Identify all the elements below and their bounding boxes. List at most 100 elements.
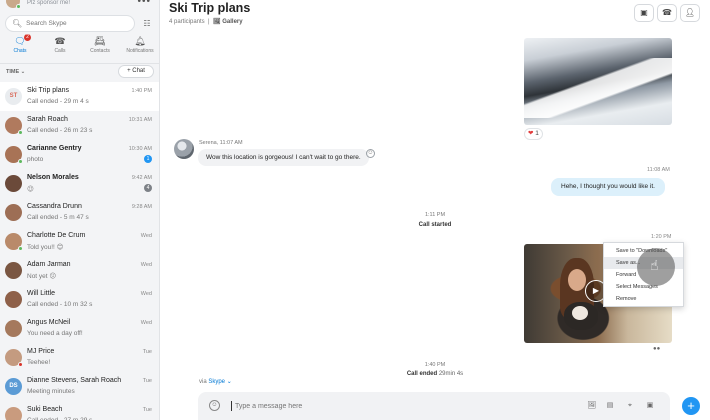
avatar	[5, 117, 23, 135]
new-chat-button[interactable]: + Chat	[118, 65, 154, 78]
chat-list-item[interactable]: Suki BeachCall ended - 27 m 29 sTue	[0, 401, 159, 420]
conversation-header: Ski Trip plans 4 participants | 🖼︎ Galle…	[160, 0, 710, 34]
nav-chats[interactable]: 🗨︎ 2 Chats	[0, 34, 40, 60]
call-ended-time: 1:40 PM	[424, 362, 446, 368]
chat-list-item[interactable]: Will Little Call ended - 10 m 32 s Wed	[0, 285, 159, 314]
video-message-icon[interactable]: ▣	[644, 400, 656, 412]
photo-ridge	[524, 58, 672, 118]
reaction-badge[interactable]: ❤ 1	[524, 128, 543, 140]
heart-icon: ❤	[528, 130, 534, 137]
gallery-link[interactable]: 🖼︎ Gallery	[213, 19, 243, 25]
main-nav: 🗨︎ 2 Chats ☎︎ Calls 📇︎ Contacts 🔔︎ Notif…	[0, 34, 159, 60]
chat-name: Ski Trip plans	[27, 87, 70, 94]
chat-list-item[interactable]: MJ Price Teehee! Tue	[0, 343, 159, 372]
chat-time: 9:28 AM	[131, 204, 152, 210]
chat-list-toolbar: TIME ⌄ + Chat	[0, 63, 159, 79]
mountain-photo[interactable]	[524, 38, 672, 125]
add-reaction-icon[interactable]: ☺	[366, 149, 375, 158]
chat-name: Will Little	[27, 290, 56, 297]
sort-label: TIME	[6, 69, 20, 75]
add-people-button[interactable]: 👤︎	[680, 4, 700, 22]
menu-item-remove[interactable]: Remove	[604, 293, 683, 305]
nav-calls[interactable]: ☎︎ Calls	[40, 36, 80, 60]
chat-name: Dianne Stevens, Sarah Roach	[27, 377, 122, 384]
chat-list-item[interactable]: DS Dianne Stevens, Sarah Roach Meeting min…	[0, 372, 159, 401]
nav-notifications[interactable]: 🔔︎ Notifications	[120, 36, 159, 60]
text-caret	[231, 401, 232, 411]
add-people-icon: 👤︎	[684, 8, 696, 17]
more-options-icon[interactable]: •••	[137, 0, 151, 7]
unread-badge: 4	[144, 184, 152, 192]
search-box[interactable]: 🔍︎	[5, 15, 135, 32]
avatar	[5, 233, 23, 251]
avatar	[5, 262, 22, 279]
chat-name: MJ Price	[27, 348, 55, 355]
presence-dot	[18, 362, 23, 367]
avatar-initials: ST	[9, 93, 18, 99]
dialpad-icon[interactable]: ☷	[140, 17, 154, 30]
chat-time: Tue	[142, 378, 152, 384]
emoji-icon[interactable]: ☺	[209, 400, 220, 411]
online-status-dot	[16, 4, 21, 9]
call-started-label: Call started	[418, 222, 452, 228]
chat-time: Tue	[142, 349, 152, 355]
unread-badge: 2	[24, 34, 31, 41]
bell-icon: 🔔︎	[134, 36, 146, 46]
nav-contacts[interactable]: 📇︎ Contacts	[80, 36, 120, 60]
chat-preview: Call ended - 29 m 4 s	[27, 98, 89, 105]
search-input[interactable]	[26, 20, 127, 27]
money-icon[interactable]: ▤	[604, 400, 616, 412]
chat-name: Cassandra Drunn	[27, 203, 82, 210]
chat-time: Wed	[140, 233, 152, 239]
call-ended-summary: Call ended 29min 4s	[160, 371, 710, 377]
conversation-title[interactable]: Ski Trip plans	[169, 1, 250, 15]
outgoing-message[interactable]: Hehe, I thought you would like it.	[551, 178, 665, 196]
menu-item-select-messages[interactable]: Select Messages	[604, 281, 683, 293]
sender-avatar[interactable]	[174, 139, 194, 159]
image-icon[interactable]: 🖼︎	[586, 400, 598, 412]
incoming-message[interactable]: Wow this location is gorgeous! I can't w…	[198, 149, 369, 166]
chevron-down-icon: ⌄	[226, 379, 232, 385]
chat-preview: Meeting minutes	[27, 388, 75, 395]
chat-name: Adam Jarman	[27, 261, 71, 268]
chat-list-item[interactable]: Charlotte De Crum Told you!! 😊 Wed	[0, 227, 159, 256]
participants-count[interactable]: 4 participants	[169, 19, 205, 25]
add-content-button[interactable]: +	[682, 397, 700, 415]
call-started-time: 1:11 PM	[424, 212, 446, 218]
chat-name: Suki Beach	[27, 406, 63, 413]
message-time: 11:08 AM	[647, 167, 670, 173]
mood-message[interactable]: Plz sponsor me!	[27, 0, 70, 6]
chat-list-item[interactable]: Carianne Gentry photo 10:30 AM 1	[0, 140, 159, 169]
presence-dot	[18, 246, 23, 251]
chat-list-item[interactable]: Nelson Morales 😉 9:42 AM 4	[0, 169, 159, 198]
avatar	[5, 175, 22, 192]
chat-list-item[interactable]: Adam Jarman Not yet 😕 Wed	[0, 256, 159, 285]
avatar	[5, 291, 22, 308]
chat-list-item[interactable]: ST Ski Trip plans Call ended - 29 m 4 s 1:4…	[0, 82, 159, 111]
chat-preview: 😉	[27, 186, 34, 193]
chat-preview: Told you!! 😊	[27, 244, 64, 251]
chat-list-item[interactable]: Cassandra Drunn Call ended - 5 m 47 s 9:28…	[0, 198, 159, 227]
avatar: DS	[5, 378, 22, 395]
unread-badge: 1	[144, 155, 152, 163]
location-icon[interactable]: ⌖	[624, 400, 636, 412]
audio-call-button[interactable]: ☎︎	[657, 4, 677, 22]
chat-list: ST Ski Trip plans Call ended - 29 m 4 s 1:4…	[0, 82, 159, 420]
call-ended-label: Call ended	[406, 371, 438, 377]
conversation-subtitle: 4 participants | 🖼︎ Gallery	[169, 18, 243, 25]
chat-list-item[interactable]: Angus McNeil You need a day off! Wed	[0, 314, 159, 343]
contacts-icon: 📇︎	[94, 36, 106, 46]
sort-dropdown[interactable]: TIME ⌄	[6, 69, 25, 75]
chat-list-item[interactable]: Sarah Roach Call ended - 26 m 23 s 10:31 A…	[0, 111, 159, 140]
chat-name: Angus McNeil	[27, 319, 71, 326]
chat-time: 10:31 AM	[128, 117, 152, 123]
chat-name: Nelson Morales	[27, 174, 79, 181]
via-indicator[interactable]: via Skype ⌄	[199, 378, 232, 385]
chat-icon: 🗨︎	[14, 36, 26, 46]
my-avatar[interactable]	[6, 0, 21, 9]
message-input[interactable]	[235, 400, 535, 412]
gallery-label: Gallery	[222, 19, 243, 25]
message-area: ❤ 1 Serena, 11:07 AM Wow this location i…	[160, 34, 710, 386]
video-call-button[interactable]: ▣	[634, 4, 654, 22]
chat-preview: Call ended - 10 m 32 s	[27, 301, 93, 308]
